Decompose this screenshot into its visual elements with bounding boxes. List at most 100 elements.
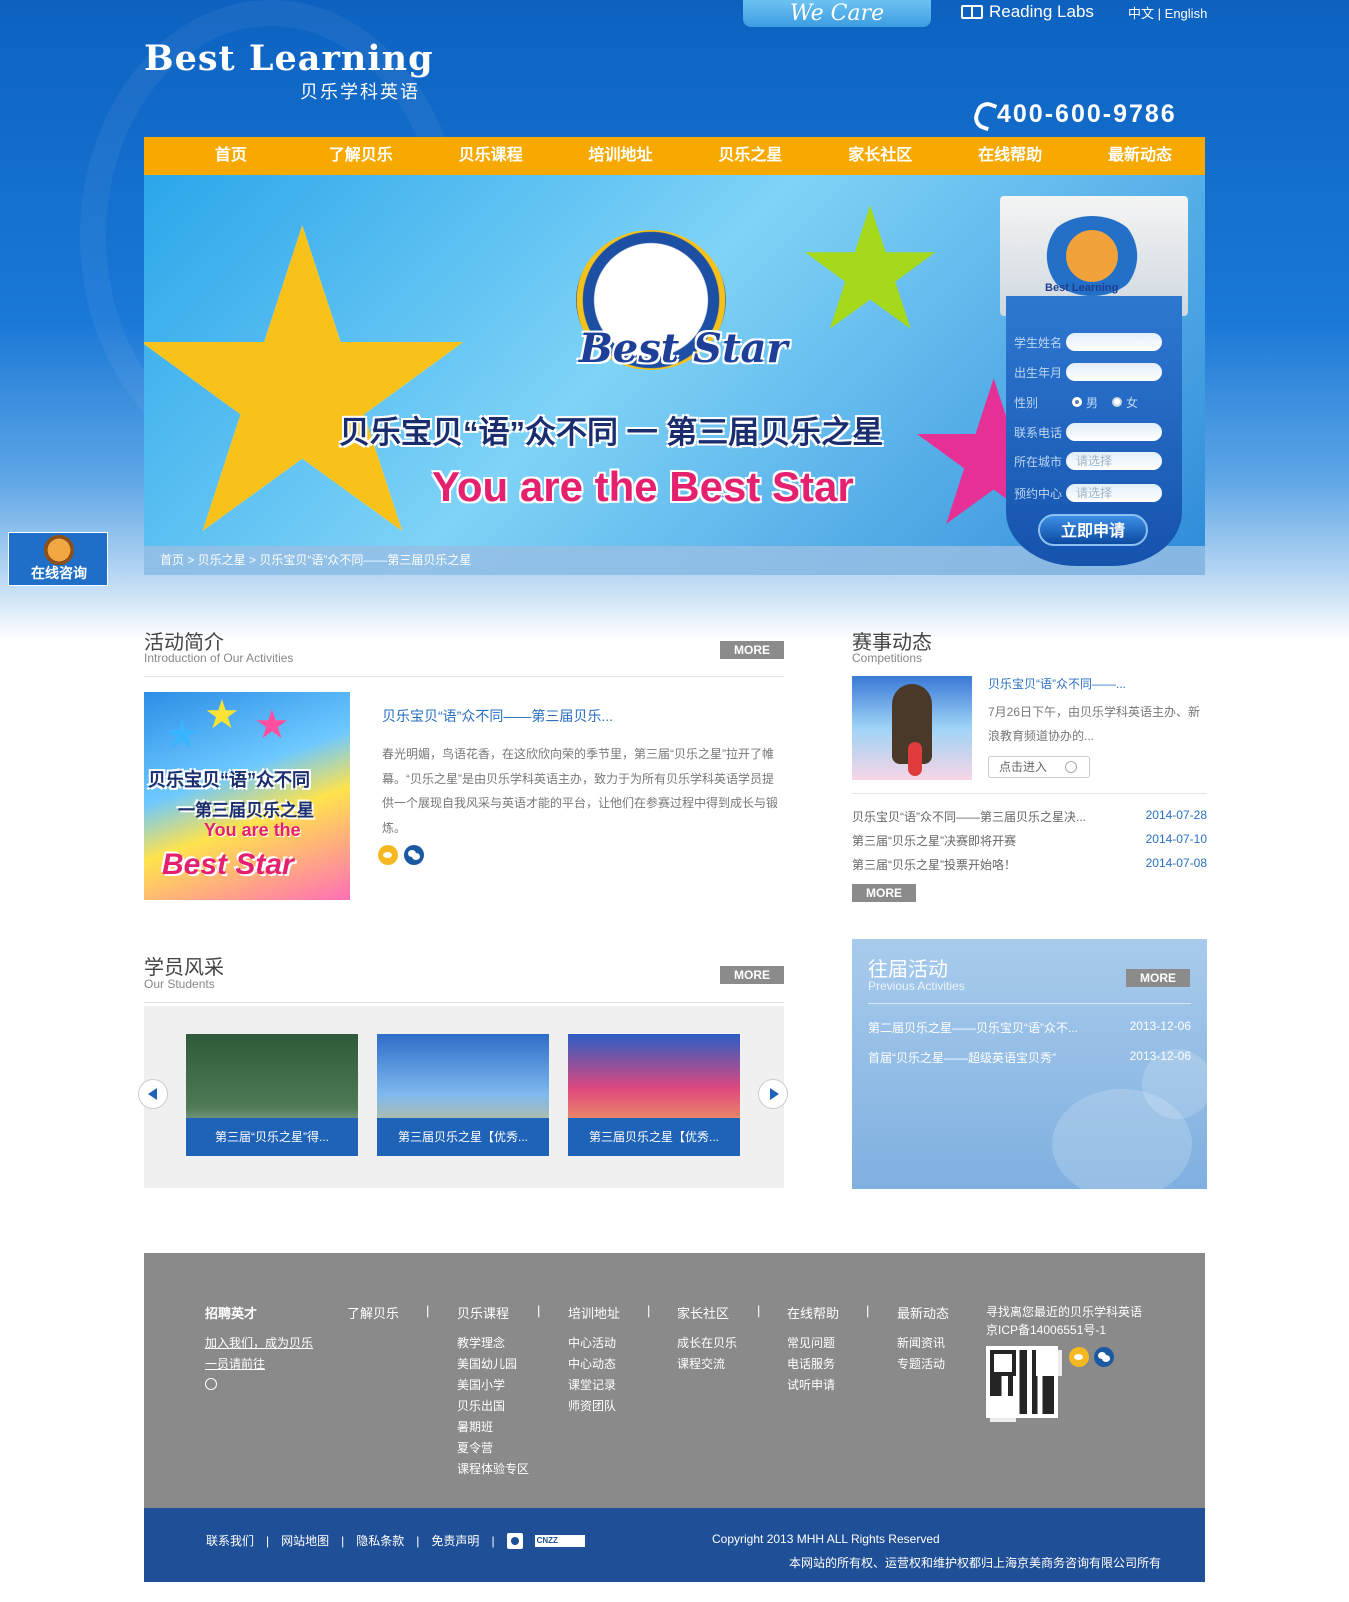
- footer-link[interactable]: 试听申请: [787, 1375, 839, 1396]
- star-decor: ★: [204, 693, 240, 737]
- separator: |: [266, 1533, 270, 1548]
- news-row[interactable]: 第三届“贝乐之星”投票开始咯！ 2014-07-08: [852, 856, 1207, 873]
- wechat-icon[interactable]: [404, 845, 424, 865]
- footer-separator: |: [866, 1303, 870, 1318]
- enter-button[interactable]: 点击进入: [988, 756, 1090, 778]
- footer-link[interactable]: 美国幼儿园: [457, 1354, 529, 1375]
- news-row[interactable]: 第三届“贝乐之星”决赛即将开赛 2014-07-10: [852, 832, 1207, 849]
- past-item-title[interactable]: 第二届贝乐之星——贝乐宝贝“语”众不...: [868, 1019, 1078, 1036]
- wecare-link[interactable]: We Care: [743, 0, 931, 27]
- footer-link[interactable]: 夏令营: [457, 1438, 529, 1459]
- activity-thumbnail[interactable]: ★ ★ ★ 贝乐宝贝“语”众不同 一第三届贝乐之星 You are the Be…: [144, 692, 350, 900]
- past-row[interactable]: 第二届贝乐之星——贝乐宝贝“语”众不... 2013-12-06: [868, 1019, 1191, 1036]
- footer-link[interactable]: 一员请前往: [205, 1354, 313, 1375]
- banner-title-en: You are the Best Star: [432, 463, 854, 510]
- footer-link[interactable]: 课堂记录: [568, 1375, 620, 1396]
- competition-feature-title[interactable]: 贝乐宝贝“语”众不同——...: [988, 675, 1126, 692]
- footer-heading[interactable]: 培训地址: [568, 1303, 620, 1322]
- footer-heading[interactable]: 了解贝乐: [347, 1303, 399, 1322]
- nav-locations[interactable]: 培训地址: [556, 137, 686, 175]
- competition-feature-desc: 7月26日下午，由贝乐学科英语主办、新浪教育频道协办的...: [988, 705, 1201, 743]
- nav-parents[interactable]: 家长社区: [815, 137, 945, 175]
- footer-link[interactable]: 成长在贝乐: [677, 1333, 737, 1354]
- city-select[interactable]: 请选择: [1066, 452, 1162, 470]
- activity-article-title[interactable]: 贝乐宝贝“语”众不同——第三届贝乐...: [382, 706, 613, 726]
- divider: [144, 1002, 784, 1003]
- footer-link[interactable]: 教学理念: [457, 1333, 529, 1354]
- nav-home[interactable]: 首页: [166, 137, 296, 175]
- footer-link[interactable]: 加入我们，成为贝乐: [205, 1333, 313, 1354]
- male-label: 男: [1086, 395, 1099, 410]
- footer-link[interactable]: 新闻资讯: [897, 1333, 949, 1354]
- footer-heading[interactable]: 在线帮助: [787, 1303, 839, 1322]
- reading-labs-link[interactable]: Reading Labs: [961, 0, 1094, 24]
- competition-photo[interactable]: [852, 676, 972, 780]
- past-more-button[interactable]: MORE: [1126, 969, 1190, 987]
- student-card[interactable]: 第三届“贝乐之星”得...: [186, 1034, 358, 1156]
- footer-link[interactable]: 课程交流: [677, 1354, 737, 1375]
- apply-button[interactable]: 立即申请: [1038, 514, 1148, 546]
- signup-form: Best Learning 学生姓名 出生年月 性别 男 女 联系电话 所在城市 请选…: [1000, 196, 1188, 566]
- qr-code: [986, 1346, 1058, 1418]
- birth-label: 出生年月: [1014, 365, 1063, 380]
- cnzz-badge[interactable]: CNZZ: [534, 1534, 585, 1547]
- student-card[interactable]: 第三届贝乐之星【优秀...: [568, 1034, 740, 1156]
- female-radio[interactable]: [1112, 397, 1123, 407]
- footer-link[interactable]: 中心活动: [568, 1333, 620, 1354]
- past-item-title[interactable]: 首届“贝乐之星——超级英语宝贝秀”: [868, 1049, 1056, 1066]
- footer-heading[interactable]: 家长社区: [677, 1303, 737, 1322]
- online-consult-button[interactable]: 在线咨询: [8, 532, 108, 586]
- contact-link[interactable]: 联系我们: [206, 1532, 254, 1549]
- competitions-subtitle: Competitions: [852, 651, 923, 665]
- news-title[interactable]: 贝乐宝贝“语”众不同——第三届贝乐之星决...: [852, 808, 1086, 825]
- footer-link[interactable]: 电话服务: [787, 1354, 839, 1375]
- past-row[interactable]: 首届“贝乐之星——超级英语宝贝秀” 2013-12-06: [868, 1049, 1191, 1066]
- logo[interactable]: Best Learning: [144, 38, 434, 79]
- footer-link[interactable]: 贝乐出国: [457, 1396, 529, 1417]
- name-input[interactable]: [1066, 333, 1162, 351]
- male-radio[interactable]: [1072, 397, 1082, 407]
- footer-link[interactable]: 中心动态: [568, 1354, 620, 1375]
- nav-about[interactable]: 了解贝乐: [296, 137, 426, 175]
- form-logo: Best Learning: [1045, 282, 1119, 294]
- footer-col: 最新动态 新闻资讯 专题活动: [897, 1303, 949, 1375]
- disclaimer-link[interactable]: 免责声明: [431, 1532, 479, 1549]
- city-row: 所在城市 请选择: [1014, 451, 1162, 471]
- name-row: 学生姓名: [1014, 332, 1162, 352]
- carousel-prev-arrow[interactable]: [138, 1079, 168, 1109]
- footer-link[interactable]: 常见问题: [787, 1333, 839, 1354]
- lang-en-link[interactable]: English: [1165, 6, 1208, 21]
- privacy-link[interactable]: 隐私条款: [356, 1532, 404, 1549]
- sitemap-link[interactable]: 网站地图: [281, 1532, 329, 1549]
- nav-best-star[interactable]: 贝乐之星: [686, 137, 816, 175]
- competitions-more-button[interactable]: MORE: [852, 884, 916, 902]
- footer-link[interactable]: 美国小学: [457, 1375, 529, 1396]
- wechat-icon[interactable]: [1094, 1347, 1114, 1367]
- footer-link[interactable]: 师资团队: [568, 1396, 620, 1417]
- footer-link[interactable]: 专题活动: [897, 1354, 949, 1375]
- footer-heading[interactable]: 最新动态: [897, 1303, 949, 1322]
- nav-help[interactable]: 在线帮助: [945, 137, 1075, 175]
- phone-input[interactable]: [1066, 423, 1162, 441]
- news-row[interactable]: 贝乐宝贝“语”众不同——第三届贝乐之星决... 2014-07-28: [852, 808, 1207, 825]
- phone-label: 联系电话: [1014, 425, 1063, 440]
- center-select[interactable]: 请选择: [1066, 484, 1162, 502]
- carousel-next-arrow[interactable]: [758, 1079, 788, 1109]
- nav-courses[interactable]: 贝乐课程: [426, 137, 556, 175]
- news-title[interactable]: 第三届“贝乐之星”决赛即将开赛: [852, 832, 1016, 849]
- student-card[interactable]: 第三届贝乐之星【优秀...: [377, 1034, 549, 1156]
- arrow-circle-icon[interactable]: [205, 1378, 217, 1390]
- students-more-button[interactable]: MORE: [720, 966, 784, 984]
- lang-cn-link[interactable]: 中文: [1128, 6, 1154, 21]
- news-title[interactable]: 第三届“贝乐之星”投票开始咯！: [852, 856, 1016, 873]
- nav-news[interactable]: 最新动态: [1075, 137, 1205, 175]
- bottom-links: 联系我们 | 网站地图 | 隐私条款 | 免责声明 | CNZZ: [206, 1532, 585, 1549]
- footer-link[interactable]: 课程体验专区: [457, 1459, 529, 1480]
- activities-more-button[interactable]: MORE: [720, 641, 784, 659]
- footer-link[interactable]: 暑期班: [457, 1417, 529, 1438]
- paw-icon[interactable]: [506, 1532, 523, 1549]
- birth-input[interactable]: [1066, 363, 1162, 381]
- weibo-icon[interactable]: [378, 845, 398, 865]
- weibo-icon[interactable]: [1069, 1347, 1089, 1367]
- footer-heading[interactable]: 贝乐课程: [457, 1303, 529, 1322]
